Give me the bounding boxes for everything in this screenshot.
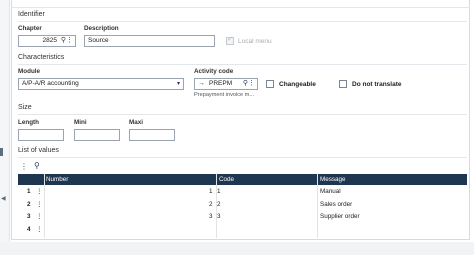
divider xyxy=(18,64,467,65)
module-value: A/P-A/R accounting xyxy=(22,80,79,87)
column-header-code[interactable]: Code xyxy=(219,176,234,183)
vertical-dots-icon[interactable]: ⋮ xyxy=(20,163,28,171)
mini-label: Mini xyxy=(74,119,87,126)
divider xyxy=(18,21,467,22)
row-menu-icon[interactable]: ⋮ xyxy=(36,188,42,195)
checkmark-icon: ✓ xyxy=(227,35,233,43)
changeable-label: Changeable xyxy=(279,81,316,88)
cell-message[interactable]: Manual xyxy=(320,188,341,195)
row-index: 1 xyxy=(27,188,31,195)
module-label: Module xyxy=(18,68,41,75)
activity-code-value: PREPM xyxy=(209,80,233,87)
column-header-message[interactable]: Message xyxy=(320,176,346,183)
length-label: Length xyxy=(18,119,39,126)
module-select[interactable]: A/P-A/R accounting ▾ xyxy=(18,78,184,90)
rail-marker xyxy=(0,148,3,156)
row-menu-icon[interactable]: ⋮ xyxy=(36,213,42,220)
activity-code-description: Prepayment invoice m... xyxy=(194,92,255,98)
changeable-checkbox[interactable] xyxy=(266,80,274,88)
activity-code-field[interactable]: → PREPM ⚲ ⋮ xyxy=(194,78,258,90)
description-label: Description xyxy=(84,25,119,32)
cell-code[interactable]: 1 xyxy=(217,188,221,195)
maxi-field[interactable] xyxy=(129,129,175,141)
values-grid: Number Code Message 1 ⋮ 1 1 Manual 2 ⋮ 2… xyxy=(18,174,467,235)
vertical-dots-icon[interactable]: ⋮ xyxy=(66,37,73,45)
divider xyxy=(18,114,467,115)
maxi-label: Maxi xyxy=(129,119,143,126)
cell-message[interactable]: Sales order xyxy=(320,201,352,208)
column-divider xyxy=(44,174,45,238)
activity-code-label: Activity code xyxy=(194,68,234,75)
section-identifier: Identifier xyxy=(18,11,45,18)
cell-number[interactable]: 2 xyxy=(209,201,213,208)
column-divider xyxy=(317,174,318,238)
search-icon[interactable]: ⚲ xyxy=(34,162,40,170)
table-row[interactable]: 3 ⋮ 3 3 Supplier order xyxy=(18,210,467,223)
left-rail: ◀ xyxy=(0,0,10,255)
description-field[interactable]: Source xyxy=(84,35,215,47)
row-index: 4 xyxy=(27,225,31,233)
chevron-down-icon[interactable]: ▾ xyxy=(177,80,180,88)
section-size: Size xyxy=(18,104,32,111)
row-menu-icon[interactable]: ⋮ xyxy=(36,226,42,233)
cell-message[interactable]: Supplier order xyxy=(320,213,360,220)
row-index: 3 xyxy=(27,213,31,220)
panel-footer xyxy=(0,242,474,255)
collapse-arrow-icon[interactable]: ◀ xyxy=(1,196,6,202)
do-not-translate-checkbox[interactable] xyxy=(339,80,347,88)
cell-number[interactable]: 3 xyxy=(209,213,213,220)
arrow-right-icon[interactable]: → xyxy=(198,80,205,88)
row-index: 2 xyxy=(27,200,31,208)
column-header-number[interactable]: Number xyxy=(46,176,68,183)
chapter-value: 2825 xyxy=(42,37,57,44)
section-characteristics: Characteristics xyxy=(18,54,65,61)
top-divider xyxy=(11,7,470,8)
table-row[interactable]: 1 ⋮ 1 1 Manual xyxy=(18,185,467,198)
length-field[interactable] xyxy=(18,129,64,141)
table-row[interactable]: 2 ⋮ 2 2 Sales order xyxy=(18,198,467,211)
do-not-translate-label: Do not translate xyxy=(352,81,402,88)
row-menu-icon[interactable]: ⋮ xyxy=(36,201,42,208)
chapter-field[interactable]: 2825 ⚲ ⋮ xyxy=(18,35,76,47)
local-menu-checkbox: ✓ xyxy=(226,35,234,45)
table-row[interactable]: 4 ⋮ xyxy=(18,223,467,236)
description-value: Source xyxy=(88,37,109,44)
cell-code[interactable]: 2 xyxy=(217,201,221,208)
local-menu-label: Local menu xyxy=(238,38,272,45)
grid-header: Number Code Message xyxy=(18,174,467,185)
section-list-of-values: List of values xyxy=(18,147,59,154)
cell-code[interactable]: 3 xyxy=(217,213,221,220)
divider xyxy=(18,157,467,158)
vertical-dots-icon[interactable]: ⋮ xyxy=(248,80,255,88)
mini-field[interactable] xyxy=(74,129,120,141)
chapter-label: Chapter xyxy=(18,25,42,32)
column-divider xyxy=(216,174,217,238)
cell-number[interactable]: 1 xyxy=(209,188,213,195)
